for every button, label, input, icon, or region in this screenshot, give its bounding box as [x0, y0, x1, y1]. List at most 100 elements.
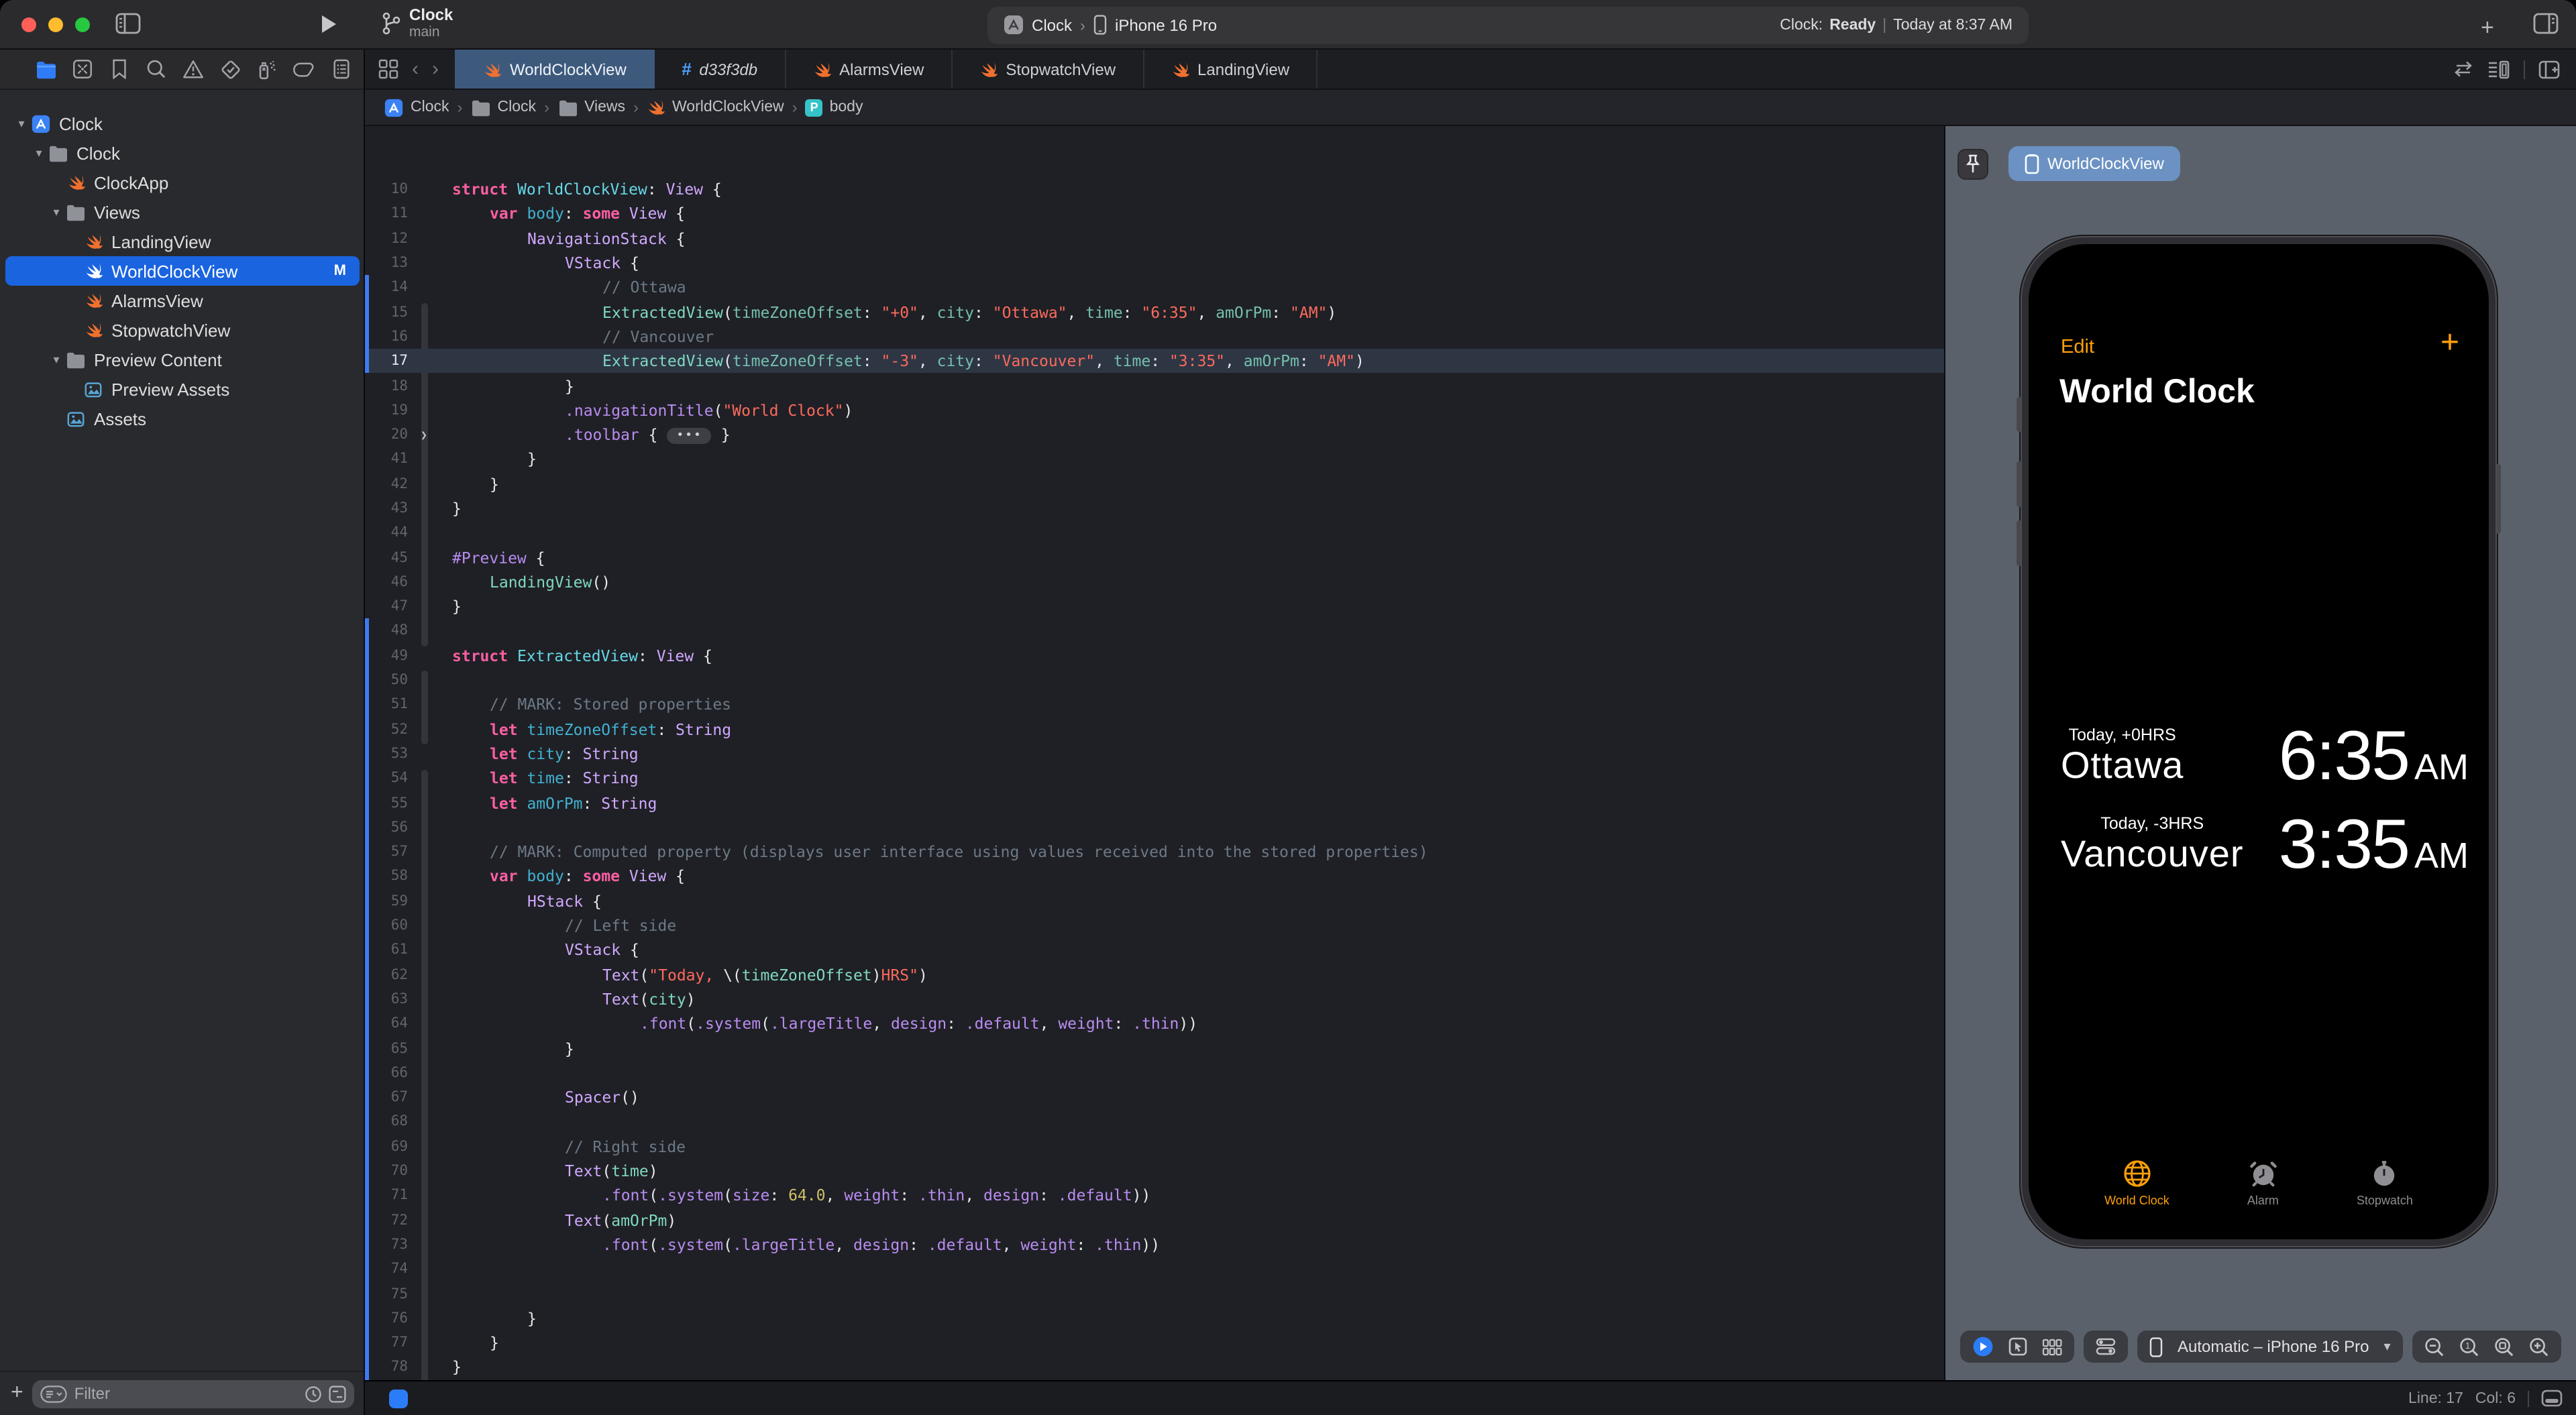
navigator-find-tab[interactable] [146, 58, 167, 80]
sidebar-item-landingview[interactable]: LandingView [0, 227, 365, 256]
navigator-project-tab[interactable] [35, 58, 56, 80]
variants-mode-button[interactable] [2042, 1338, 2062, 1355]
code-line-73[interactable]: 73 .font(.system(.largeTitle, design: .de… [365, 1232, 1944, 1257]
code-line-76[interactable]: 76} [365, 1306, 1944, 1331]
source-control-filter-icon[interactable] [329, 1385, 346, 1402]
tab-landingview[interactable]: LandingView [1144, 50, 1318, 89]
selectable-mode-button[interactable] [2008, 1337, 2027, 1356]
tab-d33f3db[interactable]: # d33f3db [655, 50, 786, 89]
code-line-43[interactable]: 43} [365, 496, 1944, 521]
code-line-12[interactable]: 12 NavigationStack { [365, 226, 1944, 251]
toggle-right-sidebar-icon[interactable] [2533, 12, 2559, 42]
code-line-15[interactable]: 15 ExtractedView(timeZoneOffset: "+0", ci… [365, 299, 1944, 325]
navigator-reports-tab[interactable] [330, 58, 352, 80]
phone-tab-world-clock[interactable]: World Clock [2104, 1159, 2169, 1207]
code-line-45[interactable]: 45 #Preview { [365, 545, 1944, 570]
go-forward-icon[interactable]: › [432, 58, 439, 80]
run-destination[interactable]: Clock › iPhone 16 Pro [1004, 15, 1217, 35]
code-line-14[interactable]: 14 // Ottawa [365, 275, 1944, 300]
code-line-63[interactable]: 63 Text(city) [365, 986, 1944, 1012]
code-line-74[interactable]: 74 [365, 1257, 1944, 1282]
close-window-button[interactable] [21, 17, 36, 32]
recent-files-clock-icon[interactable] [305, 1385, 322, 1402]
code-line-60[interactable]: 60 // Left side [365, 913, 1944, 939]
code-line-78[interactable]: 78} [365, 1355, 1944, 1380]
code-line-44[interactable]: 44 [365, 520, 1944, 545]
source-editor[interactable]: 10 struct WorldClockView: View {11 var bod… [365, 126, 1944, 1380]
sidebar-item-preview-assets[interactable]: Preview Assets [0, 374, 365, 404]
code-line-16[interactable]: 16 // Vancouver [365, 324, 1944, 349]
add-item-button[interactable]: + [2481, 15, 2494, 42]
navigator-debug-tab[interactable] [256, 58, 278, 80]
code-line-66[interactable]: 66 [365, 1060, 1944, 1086]
code-line-46[interactable]: 46 LandingView() [365, 570, 1944, 595]
sidebar-item-assets[interactable]: Assets [0, 404, 365, 433]
code-line-64[interactable]: 64 .font(.system(.largeTitle, design: .de… [365, 1011, 1944, 1037]
device-settings-button[interactable] [2096, 1337, 2116, 1356]
add-file-button[interactable]: + [11, 1382, 23, 1404]
edit-button[interactable]: Edit [2061, 337, 2094, 358]
zoom-fit-button[interactable] [2494, 1337, 2514, 1357]
fold-arrow-icon[interactable]: ❯ [416, 429, 432, 441]
code-line-18[interactable]: 18} [365, 374, 1944, 398]
folded-code-pill[interactable]: ••• [667, 428, 712, 445]
code-line-47[interactable]: 47} [365, 594, 1944, 619]
navigator-issues-tab[interactable] [182, 58, 204, 80]
code-line-72[interactable]: 72 Text(amOrPm) [365, 1207, 1944, 1233]
code-line-71[interactable]: 71 .font(.system(size: 64.0, weight: .thi… [365, 1183, 1944, 1208]
navigator-breakpoints-tab[interactable] [293, 58, 315, 80]
sidebar-item-stopwatchview[interactable]: StopwatchView [0, 315, 365, 345]
code-line-56[interactable]: 56 [365, 815, 1944, 840]
editor-options-icon[interactable] [2487, 60, 2510, 78]
code-line-61[interactable]: 61 VStack { [365, 938, 1944, 963]
scheme-selector[interactable]: Clock main [382, 5, 453, 40]
run-button[interactable] [319, 13, 338, 42]
sidebar-item-worldclockview[interactable]: WorldClockView M [5, 256, 360, 286]
swap-editor-icon[interactable] [2453, 60, 2474, 78]
code-line-20[interactable]: 20 ❯ .toolbar { ••• } [365, 422, 1944, 447]
code-line-55[interactable]: 55 let amOrPm: String [365, 790, 1944, 816]
navigator-divider[interactable] [364, 50, 365, 1415]
preview-tab[interactable]: WorldClockView [2008, 146, 2180, 181]
code-line-53[interactable]: 53 let city: String [365, 741, 1944, 767]
disclosure-chevron-icon[interactable]: ▾ [31, 146, 47, 160]
sidebar-item-alarmsview[interactable]: AlarmsView [0, 286, 365, 315]
code-line-68[interactable]: 68 [365, 1109, 1944, 1135]
code-line-52[interactable]: 52 let timeZoneOffset: String [365, 717, 1944, 742]
sidebar-item-views[interactable]: ▾ Views [0, 197, 365, 227]
sidebar-item-clock[interactable]: ▾ Clock [0, 109, 365, 138]
phone-tab-alarm[interactable]: Alarm [2247, 1159, 2279, 1207]
go-back-icon[interactable]: ‹ [412, 58, 419, 80]
code-line-65[interactable]: 65} [365, 1035, 1944, 1061]
related-items-icon[interactable] [378, 59, 398, 79]
breakpoint-indicator[interactable] [389, 1389, 408, 1408]
code-line-57[interactable]: 57 // MARK: Computed property (displays u… [365, 840, 1944, 865]
code-line-77[interactable]: 77} [365, 1330, 1944, 1356]
preview-device-selector[interactable]: Automatic – iPhone 16 Pro ▾ [2137, 1331, 2403, 1363]
code-line-54[interactable]: 54 let time: String [365, 766, 1944, 791]
code-line-67[interactable]: 67 Spacer() [365, 1084, 1944, 1111]
add-clock-button[interactable]: + [2440, 325, 2459, 362]
code-line-19[interactable]: 19 .navigationTitle("World Clock") [365, 398, 1944, 422]
tab-worldclockview[interactable]: WorldClockView [455, 50, 655, 89]
code-line-42[interactable]: 42} [365, 471, 1944, 496]
phone-tab-stopwatch[interactable]: Stopwatch [2357, 1159, 2413, 1207]
navigator-tests-tab[interactable] [219, 58, 241, 80]
code-line-59[interactable]: 59 HStack { [365, 889, 1944, 914]
breadcrumb-item-views[interactable]: Views [557, 99, 625, 116]
add-editor-icon[interactable] [2538, 60, 2560, 78]
code-line-10[interactable]: 10 struct WorldClockView: View { [365, 177, 1944, 202]
sidebar-item-clock[interactable]: ▾ Clock [0, 138, 365, 168]
code-line-17[interactable]: 17 ExtractedView(timeZoneOffset: "-3", ci… [365, 349, 1944, 374]
code-line-11[interactable]: 11 var body: some View { [365, 202, 1944, 227]
minimize-window-button[interactable] [48, 17, 63, 32]
code-line-51[interactable]: 51 // MARK: Stored properties [365, 692, 1944, 718]
tab-alarmsview[interactable]: AlarmsView [786, 50, 953, 89]
code-line-75[interactable]: 75 [365, 1281, 1944, 1306]
navigator-bookmarks-tab[interactable] [109, 58, 130, 80]
disclosure-chevron-icon[interactable]: ▾ [48, 352, 64, 367]
zoom-window-button[interactable] [75, 17, 90, 32]
editor-mode-icon[interactable] [2541, 1390, 2563, 1407]
code-line-70[interactable]: 70 Text(time) [365, 1158, 1944, 1184]
code-line-62[interactable]: 62 Text("Today, \(timeZoneOffset)HRS") [365, 962, 1944, 988]
